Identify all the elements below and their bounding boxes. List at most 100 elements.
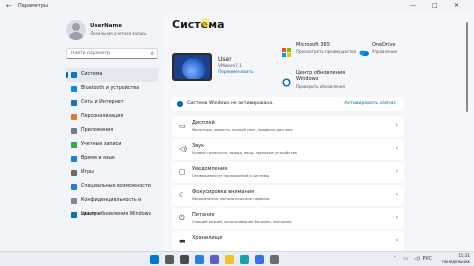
sidebar-item-label: Приложения xyxy=(81,128,114,133)
sidebar-item[interactable]: Система xyxy=(66,68,158,82)
settings-row-title: Звук xyxy=(192,143,205,149)
tile-subtitle: Управление xyxy=(372,49,398,54)
taskbar-search-icon[interactable] xyxy=(165,255,174,264)
tile-subtitle: Просмотреть преимущества xyxy=(296,49,357,54)
sidebar-item[interactable]: Bluetooth и устройства xyxy=(66,82,158,96)
info-icon xyxy=(177,101,183,107)
mouse-cursor-highlight xyxy=(201,18,210,27)
search-placeholder: Найти параметр xyxy=(71,51,110,56)
taskbar-settings-icon[interactable] xyxy=(270,255,279,264)
tile-title: Microsoft 365 xyxy=(296,42,330,48)
sidebar-item-icon xyxy=(71,170,77,176)
activation-banner: Система Windows не активирована. Активир… xyxy=(172,97,404,111)
sidebar-item[interactable]: Игры xyxy=(66,166,158,180)
chevron-right-icon: › xyxy=(395,191,398,198)
settings-row[interactable]: ▢ Уведомления Оповещения от приложений и с… xyxy=(172,162,404,183)
sidebar-item[interactable]: Приложения xyxy=(66,124,158,138)
taskbar-widgets-icon[interactable] xyxy=(195,255,204,264)
sidebar-item-label: Игры xyxy=(81,170,94,175)
activate-now-button[interactable]: Активировать сейчас xyxy=(344,101,396,106)
settings-row-title: Уведомления xyxy=(192,166,228,172)
power-icon: ⏻ xyxy=(179,214,185,222)
sidebar-item[interactable]: Персонализация xyxy=(66,110,158,124)
volume-icon[interactable]: ◁) xyxy=(414,256,420,262)
search-input[interactable]: Найти параметр ⌕ xyxy=(66,48,158,59)
chevron-right-icon: › xyxy=(395,122,398,129)
sidebar-item-label: Система xyxy=(81,72,103,77)
chevron-right-icon: › xyxy=(395,214,398,221)
sidebar-item-icon xyxy=(71,72,77,78)
notifications-icon: ▢ xyxy=(179,168,186,176)
windows-update-icon xyxy=(282,72,291,87)
sidebar-item-icon xyxy=(71,198,77,204)
close-button[interactable]: ✕ xyxy=(454,2,459,9)
chevron-up-icon[interactable]: ˄ xyxy=(394,256,397,262)
settings-row-title: Дисплей xyxy=(192,120,215,126)
settings-row-subtitle: Уведомления, автоматические правила xyxy=(192,197,270,201)
settings-row-title: Фокусировка внимания xyxy=(192,189,255,195)
settings-row[interactable]: ▬ Хранилище › xyxy=(172,231,404,252)
settings-row-title: Хранилище xyxy=(192,235,223,241)
sidebar-item-icon xyxy=(71,86,77,92)
search-icon: ⌕ xyxy=(150,50,154,57)
taskbar-store-icon[interactable] xyxy=(255,255,264,264)
device-model: VMware7,1 xyxy=(218,64,242,69)
taskbar-edge-icon[interactable] xyxy=(240,255,249,264)
minimize-button[interactable]: — xyxy=(410,2,416,9)
sidebar-item-icon xyxy=(71,114,77,120)
sidebar-item-label: Bluetooth и устройства xyxy=(81,86,140,91)
user-name: UserName xyxy=(90,23,122,29)
sidebar-item[interactable]: Сеть и Интернет xyxy=(66,96,158,110)
tile-title: Центр обновления Windows xyxy=(296,70,346,82)
taskbar-chat-icon[interactable] xyxy=(210,255,219,264)
settings-row-subtitle: Уровни громкости, вывод, ввод, звуковые … xyxy=(192,151,297,155)
chevron-right-icon: › xyxy=(395,145,398,152)
sound-icon: ◁) xyxy=(179,145,188,153)
sidebar-item-label: Сеть и Интернет xyxy=(81,100,124,105)
storage-icon: ▬ xyxy=(179,237,186,245)
window-title: Параметры xyxy=(18,3,48,9)
settings-row[interactable]: ▭ Дисплей Мониторы, яркость, ночной свет, … xyxy=(172,116,404,137)
sidebar-item-label: Учетные записи xyxy=(81,142,122,147)
settings-row-subtitle: Оповещения от приложений и системы xyxy=(192,174,270,178)
clock-date: понедельник xyxy=(442,259,470,264)
sidebar-item[interactable]: Конфиденциальность и защита xyxy=(66,194,158,217)
sidebar-item-icon xyxy=(71,212,77,218)
taskbar-start-icon[interactable] xyxy=(150,255,159,264)
sidebar-item-icon xyxy=(71,100,77,106)
taskbar-task-view-icon[interactable] xyxy=(180,255,189,264)
clock[interactable]: 15:31 понедельник xyxy=(442,253,470,265)
settings-row[interactable]: ☾ Фокусировка внимания Уведомления, автома… xyxy=(172,185,404,206)
chevron-right-icon: › xyxy=(395,168,398,175)
sidebar-item-label: Центр обновления Windows xyxy=(81,212,152,217)
taskbar-file-explorer-icon[interactable] xyxy=(225,255,234,264)
focus-assist-icon: ☾ xyxy=(179,191,186,199)
settings-row[interactable]: ◁) Звук Уровни громкости, вывод, ввод, зву… xyxy=(172,139,404,160)
device-wallpaper-thumbnail xyxy=(172,53,212,81)
device-name: User xyxy=(218,56,232,63)
microsoft-365-icon xyxy=(282,42,291,57)
sidebar-item-icon xyxy=(71,142,77,148)
sidebar-item[interactable]: Специальные возможности xyxy=(66,180,158,194)
settings-row-subtitle: Спящий режим, использование батареи, эко… xyxy=(192,220,292,224)
page-title: Система xyxy=(172,18,225,31)
rename-link[interactable]: Переименовать xyxy=(218,70,254,75)
settings-row[interactable]: ⏻ Питание Спящий режим, использование бата… xyxy=(172,208,404,229)
scrollbar[interactable] xyxy=(466,22,468,112)
sidebar-item[interactable]: Центр обновления Windows xyxy=(66,208,158,222)
chevron-right-icon: › xyxy=(395,237,398,244)
user-account-type: Локальная учетная запись xyxy=(90,31,147,36)
network-icon[interactable]: ▭ xyxy=(403,256,408,262)
maximize-button[interactable]: □ xyxy=(432,2,438,9)
avatar[interactable] xyxy=(66,20,86,40)
display-icon: ▭ xyxy=(179,122,186,130)
tile-title: OneDrive xyxy=(372,42,396,48)
sidebar-item-icon xyxy=(71,156,77,162)
sidebar-item[interactable]: Время и язык xyxy=(66,152,158,166)
back-arrow-icon[interactable]: ← xyxy=(6,2,12,10)
language-icon[interactable]: РУС xyxy=(422,256,432,262)
settings-row-title: Питание xyxy=(192,212,215,218)
sidebar-item[interactable]: Учетные записи xyxy=(66,138,158,152)
sidebar-item-icon xyxy=(71,128,77,134)
sidebar-item-icon xyxy=(71,184,77,190)
